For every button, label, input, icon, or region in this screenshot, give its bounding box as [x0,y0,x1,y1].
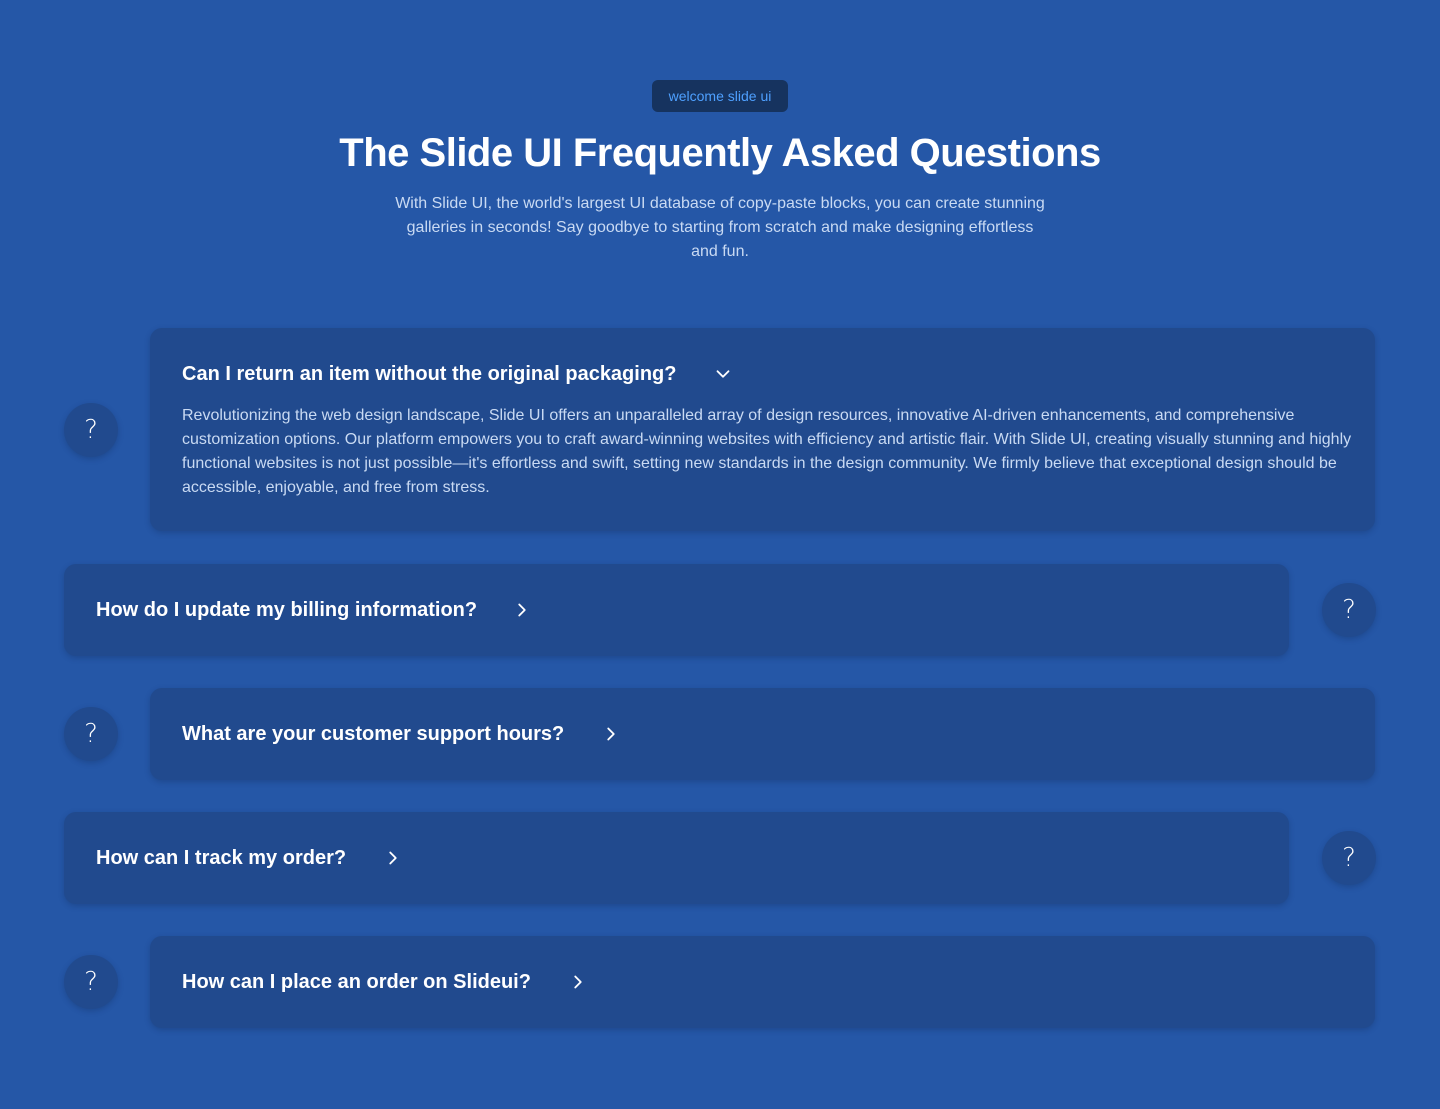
faq-toggle-2[interactable]: How do I update my billing information? [96,595,533,625]
page-title: The Slide UI Frequently Asked Questions [339,131,1101,175]
faq-item-1: Can I return an item without the origina… [150,328,1375,531]
faq-toggle-3[interactable]: What are your customer support hours? [182,719,622,749]
page-subtitle: With Slide UI, the world's largest UI da… [395,195,1045,260]
faq-question-5: How can I place an order on Slideui? [182,970,531,993]
chevron-down-icon [712,363,734,385]
faq-page: welcome slide ui The Slide UI Frequently… [0,0,1440,1109]
faq-question-4: How can I track my order? [96,846,347,869]
faq-toggle-5[interactable]: How can I place an order on Slideui? [182,967,589,997]
chevron-right-icon [511,599,533,621]
chevron-right-icon [382,847,404,869]
faq-question-1: Can I return an item without the origina… [182,362,677,385]
chevron-right-icon [567,971,589,993]
question-mark-icon: ? [1322,583,1376,637]
faq-answer-1: Revolutionizing the web design landscape… [182,407,1352,496]
question-mark-icon: ? [64,403,118,457]
question-mark-icon: ? [1322,831,1376,885]
faq-toggle-1[interactable]: Can I return an item without the origina… [182,359,734,389]
welcome-badge: welcome slide ui [652,80,788,112]
faq-toggle-4[interactable]: How can I track my order? [96,843,404,873]
question-mark-icon: ? [64,707,118,761]
chevron-right-icon [600,723,622,745]
faq-item-5: How can I place an order on Slideui? [150,936,1375,1028]
faq-item-4: How can I track my order? [64,812,1289,904]
faq-question-2: How do I update my billing information? [96,598,478,621]
faq-item-2: How do I update my billing information? [64,564,1289,656]
faq-item-3: What are your customer support hours? [150,688,1375,780]
faq-question-3: What are your customer support hours? [182,722,565,745]
question-mark-icon: ? [64,955,118,1009]
